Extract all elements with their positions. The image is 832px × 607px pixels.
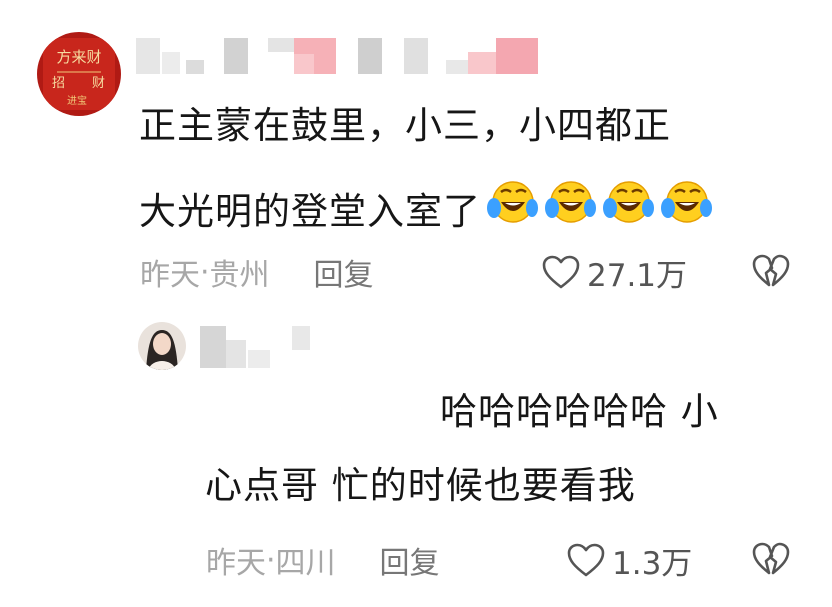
- reply-button[interactable]: 回复: [314, 250, 374, 294]
- dislike-button[interactable]: [751, 541, 791, 581]
- reply-button[interactable]: 回复: [380, 538, 440, 582]
- comment-text-line: 大光明的登堂入室了: [139, 190, 481, 233]
- comment-text-line: 正主蒙在鼓里，小三，小四都正: [139, 104, 671, 147]
- meta-separator: ·: [266, 542, 276, 578]
- username-blurred[interactable]: [136, 30, 546, 82]
- comment-text: 正主蒙在鼓里，小三，小四都正 大光明的登堂入室了: [139, 104, 713, 234]
- emoji-group: [481, 181, 713, 233]
- laughing-crying-emoji-icon: [661, 181, 712, 223]
- laughing-crying-emoji-icon: [487, 181, 538, 223]
- svg-text:财: 财: [92, 76, 105, 91]
- comment-meta: 昨天 · 四川 回复: [206, 538, 440, 582]
- like-button[interactable]: 27.1万: [541, 250, 687, 294]
- avatar-text: 方来财: [56, 48, 101, 66]
- comment-text-line: 心点哥 忙的时候也要看我: [205, 464, 636, 507]
- broken-heart-icon: [752, 542, 790, 575]
- svg-text:招: 招: [52, 76, 65, 91]
- heart-icon: [542, 255, 580, 289]
- like-count: 27.1万: [587, 257, 688, 294]
- username-blurred[interactable]: [200, 320, 320, 370]
- laughing-crying-emoji-icon: [603, 181, 654, 223]
- avatar[interactable]: [138, 322, 186, 370]
- dislike-button[interactable]: [751, 253, 791, 293]
- svg-text:进宝: 进宝: [67, 94, 87, 107]
- comment-text-line: 哈哈哈哈哈哈 小: [440, 390, 719, 433]
- like-count: 1.3万: [612, 545, 693, 582]
- comment-time: 昨天: [140, 258, 200, 293]
- comment-location: 贵州: [209, 258, 270, 293]
- heart-icon: [567, 543, 605, 577]
- avatar[interactable]: 方来财 招 财 进宝: [37, 32, 121, 116]
- comment-location: 四川: [275, 546, 336, 581]
- comment-time: 昨天: [206, 546, 266, 581]
- meta-separator: ·: [200, 254, 210, 290]
- like-button[interactable]: 1.3万: [566, 538, 692, 582]
- laughing-crying-emoji-icon: [545, 181, 596, 223]
- broken-heart-icon: [752, 254, 790, 287]
- comment-meta: 昨天 · 贵州 回复: [140, 250, 374, 294]
